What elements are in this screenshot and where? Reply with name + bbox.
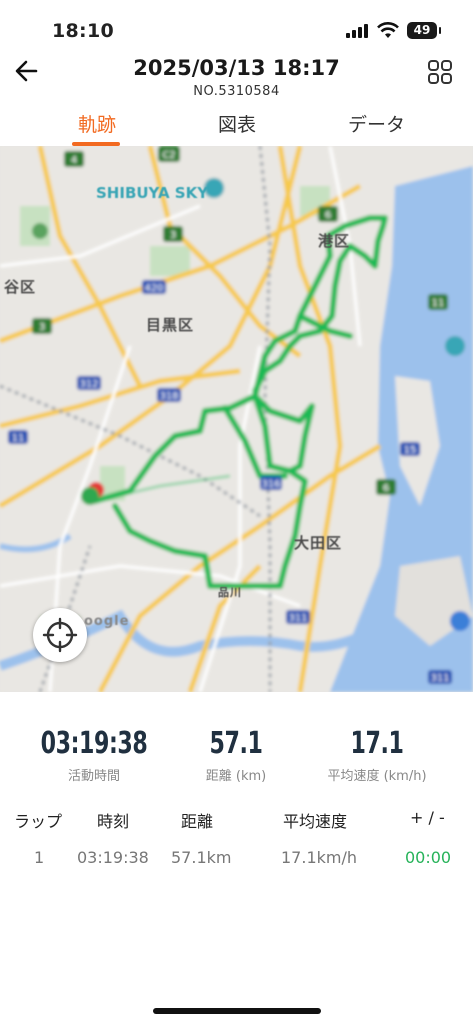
svg-text:3: 3: [39, 322, 45, 333]
map-label-shibuya-sky: SHIBUYA SKY: [96, 184, 209, 202]
tab-track[interactable]: 軌跡: [78, 110, 116, 137]
svg-text:420: 420: [144, 283, 163, 294]
stat-distance-value: 57.1: [209, 726, 263, 761]
stat-avg-speed-value: 17.1: [350, 726, 404, 761]
svg-text:311: 311: [430, 673, 449, 684]
page-title: 2025/03/13 18:17: [133, 56, 340, 80]
svg-text:318: 318: [159, 391, 178, 402]
svg-text:C2: C2: [162, 150, 175, 161]
lap-distance: 57.1km: [171, 848, 232, 867]
col-diff: + / -: [410, 808, 445, 827]
stat-distance: 57.1 距離 (km): [156, 726, 316, 784]
lap-avg-speed: 17.1km/h: [281, 848, 358, 867]
col-distance: 距離: [181, 812, 214, 831]
svg-text:316: 316: [261, 479, 280, 490]
svg-text:6: 6: [383, 483, 389, 494]
status-bar: 18:10 49: [0, 0, 473, 60]
battery-indicator: 49: [407, 22, 441, 39]
svg-text:6: 6: [325, 210, 331, 221]
status-time: 18:10: [52, 20, 114, 42]
svg-text:311: 311: [288, 613, 307, 624]
stat-duration: 03:19:38 活動時間: [14, 726, 174, 784]
svg-text:312: 312: [79, 379, 98, 390]
lap-time: 03:19:38: [77, 848, 149, 867]
lap-number: 1: [34, 848, 45, 867]
map-label-station: 品川: [218, 586, 242, 599]
stat-avg-speed: 17.1 平均速度 (km/h): [297, 726, 457, 784]
tab-data[interactable]: データ: [348, 110, 405, 137]
stat-duration-label: 活動時間: [67, 769, 120, 784]
stat-duration-value: 03:19:38: [40, 726, 148, 761]
tab-chart[interactable]: 図表: [218, 110, 256, 137]
stat-distance-label: 距離 (km): [205, 769, 267, 784]
summary-stats: 03:19:38 活動時間 57.1 距離 (km) 17.1 平均速度 (km…: [0, 726, 473, 786]
stat-avg-speed-label: 平均速度 (km/h): [327, 769, 427, 784]
map-label-meguro: 目黒区: [146, 316, 195, 334]
col-time: 時刻: [97, 812, 130, 831]
map-label-minato: 港区: [318, 232, 351, 250]
tab-bar: 軌跡 図表 データ: [0, 104, 473, 146]
grid-menu-icon[interactable]: [426, 58, 454, 86]
svg-text:11: 11: [12, 433, 25, 444]
crosshair-icon: [42, 617, 78, 653]
map-label-ward: 谷区: [4, 278, 37, 296]
wifi-icon: [377, 22, 399, 38]
svg-text:3: 3: [170, 230, 176, 241]
header: 2025/03/13 18:17 NO.5310584: [0, 56, 473, 102]
col-avg-speed: 平均速度: [283, 812, 348, 831]
record-number: NO.5310584: [193, 84, 280, 99]
map-attribution: oogle: [84, 614, 130, 629]
locate-button[interactable]: [33, 608, 87, 662]
signal-icon: [346, 24, 368, 38]
svg-text:4: 4: [71, 155, 77, 166]
svg-text:15: 15: [404, 445, 417, 456]
home-indicator: [153, 1008, 321, 1014]
svg-text:11: 11: [432, 298, 445, 309]
col-lap: ラップ: [14, 812, 63, 831]
map-label-ota: 大田区: [294, 534, 343, 552]
lap-diff: 00:00: [405, 848, 452, 867]
